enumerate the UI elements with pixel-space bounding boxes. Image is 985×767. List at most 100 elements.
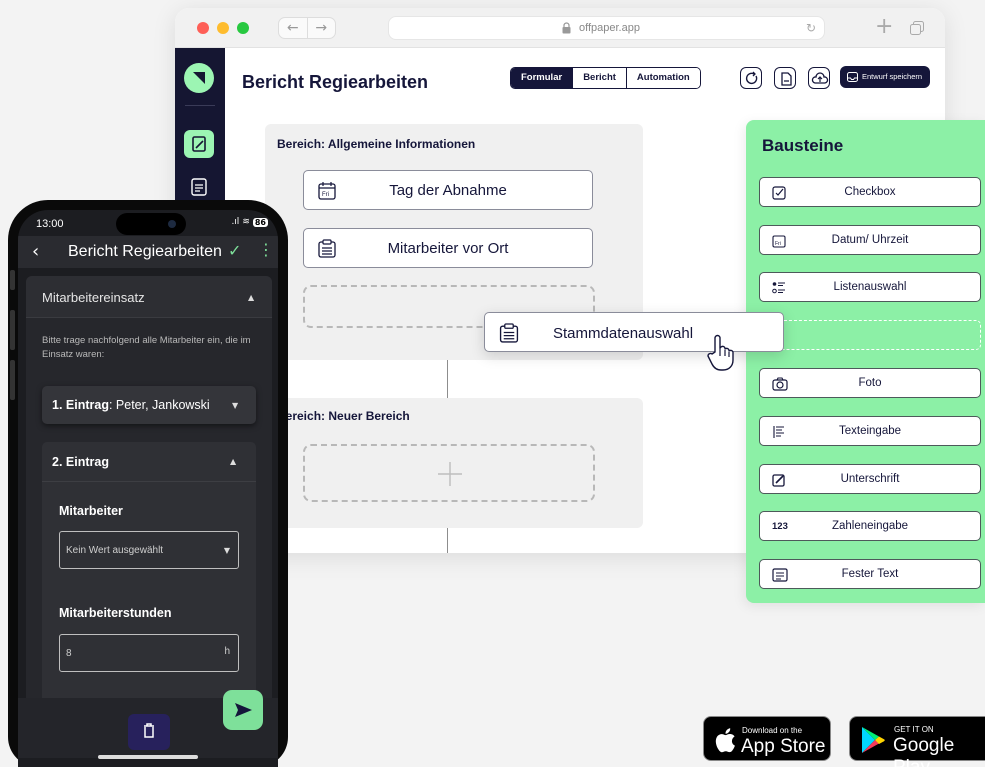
history-button[interactable] [740,67,762,89]
input-value: 8 [66,648,72,659]
send-button[interactable] [223,690,263,730]
inbox-icon [847,72,858,82]
lock-icon [562,22,571,34]
sidebar-item-documents[interactable] [191,178,207,196]
phone-screen: 13:00 .ıl ≋ 86 ‹ Bericht Regiearbeiten ✓… [18,210,278,767]
phone-title: Bericht Regiearbeiten [68,243,222,260]
send-icon [235,703,252,717]
tabs-overview-icon[interactable] [910,21,924,35]
page-title: Bericht Regiearbeiten [242,72,429,92]
block-signature[interactable]: Unterschrift [759,464,981,494]
reload-icon[interactable]: ↻ [806,21,816,35]
more-icon[interactable]: ⋮ [258,240,274,259]
maximize-window-button[interactable] [237,22,249,34]
status-time: 13:00 [36,218,64,230]
url-text: offpaper.app [579,22,640,34]
block-label: Checkbox [844,186,896,198]
block-photo[interactable]: Foto [759,368,981,398]
tab-automation[interactable]: Automation [625,68,700,88]
badge-small-text: Download on the [742,726,803,735]
block-label: Foto [858,377,882,389]
entry-header[interactable]: 2. Eintrag ▲ [42,442,256,482]
badge-big-text: App Store [741,736,826,757]
panel-title: Bausteine [762,136,844,155]
minimize-window-button[interactable] [217,22,229,34]
save-draft-button[interactable]: Entwurf speichern [840,66,930,88]
field-label: Tag der Abnahme [389,182,507,199]
view-tabs: Formular Bericht Automation [510,67,701,89]
app-store-badge[interactable]: Download on the App Store [703,716,831,761]
block-datetime[interactable]: Fri Datum/ Uhrzeit [759,225,981,255]
clipboard-icon [499,323,519,343]
close-window-button[interactable] [197,22,209,34]
block-label: Unterschrift [840,473,900,485]
entry-prefix: 1. Eintrag [52,398,109,412]
drop-zone-empty[interactable] [303,444,595,502]
hand-cursor-icon [707,334,734,371]
section-intro: Bitte trage nachfolgend alle Mitarbeiter… [42,335,251,360]
building-blocks-panel: Bausteine Checkbox Fri Datum/ Uhrzeit Li… [746,120,985,603]
block-label: Datum/ Uhrzeit [831,234,909,246]
back-arrow-icon[interactable]: ← [279,18,308,38]
google-play-badge[interactable]: GET IT ON Google Play [849,716,985,767]
check-icon[interactable]: ✓ [228,241,241,260]
dropdown-arrow-icon: ▼ [223,546,230,555]
cloud-upload-icon [811,72,829,84]
chevron-up-icon: ▲ [248,293,255,302]
logo-icon [193,72,205,84]
chevron-up-icon: ▲ [230,457,237,466]
delete-button[interactable] [128,714,170,750]
back-icon[interactable]: ‹ [32,241,39,262]
phone-button [10,270,15,290]
block-label: Listenauswahl [833,281,907,293]
section-header[interactable]: Mitarbeitereinsatz ▲ [26,276,272,318]
wifi-icon: ≋ [242,217,250,227]
phone-app-bar: ‹ Bericht Regiearbeiten ✓ ⋮ [18,236,278,268]
block-text-input[interactable]: Texteingabe [759,416,981,446]
phone-button [10,310,15,350]
field-label: Mitarbeiterstunden [59,606,172,620]
select-value: Kein Wert ausgewählt [66,545,164,556]
block-label: Zahleneingabe [831,520,909,532]
block-drop-placeholder[interactable] [759,320,981,350]
new-tab-icon[interactable]: + [875,14,893,39]
block-label: Fester Text [841,568,899,580]
tab-formular[interactable]: Formular [511,68,573,88]
chevron-down-icon: ▼ [232,401,239,410]
badge-small-text: GET IT ON [894,725,934,734]
block-fixed-text[interactable]: Fester Text [759,559,981,589]
employee-select[interactable]: Kein Wert ausgewählt ▼ [59,531,239,569]
section-new[interactable]: Bereich: Neuer Bereich [265,398,643,528]
app-logo[interactable] [184,63,214,93]
hours-input[interactable]: 8 h [59,634,239,672]
block-list[interactable]: Listenauswahl [759,272,981,302]
document-icon [781,72,792,86]
entry-value: : Peter, Jankowski [108,398,210,412]
upload-button[interactable] [808,67,830,89]
block-number-input[interactable]: 123 Zahleneingabe [759,511,981,541]
browser-titlebar: ← → offpaper.app ↻ + [175,8,945,48]
plus-icon[interactable] [436,460,464,488]
trash-icon [144,723,154,738]
section-card: Mitarbeitereinsatz ▲ Bitte trage nachfol… [26,276,272,746]
apple-icon [715,728,735,753]
battery-icon: 86 [252,217,268,227]
field-label: Mitarbeiter [59,504,123,518]
tab-bericht[interactable]: Bericht [572,68,626,88]
sidebar-item-editor[interactable] [184,130,214,158]
dragged-block-label: Stammdatenauswahl [553,325,694,342]
block-checkbox[interactable]: Checkbox [759,177,981,207]
field-tag-der-abnahme[interactable]: Fri Tag der Abnahme [303,170,593,210]
field-mitarbeiter-vor-ort[interactable]: Mitarbeiter vor Ort [303,228,593,268]
section-title: Bereich: Allgemeine Informationen [277,137,476,151]
connector-line [447,360,448,398]
forward-arrow-icon[interactable]: → [308,18,336,38]
address-bar[interactable]: offpaper.app ↻ [388,16,825,40]
connector-line [447,528,448,553]
entry-collapsed[interactable]: 1. Eintrag: Peter, Jankowski ▼ [42,386,256,424]
dragged-block[interactable]: Stammdatenauswahl [484,312,784,352]
status-icons: .ıl ≋ 86 [231,217,268,227]
sidebar-divider [185,105,215,106]
pdf-button[interactable] [774,67,796,89]
browser-nav-buttons: ← → [278,17,336,39]
